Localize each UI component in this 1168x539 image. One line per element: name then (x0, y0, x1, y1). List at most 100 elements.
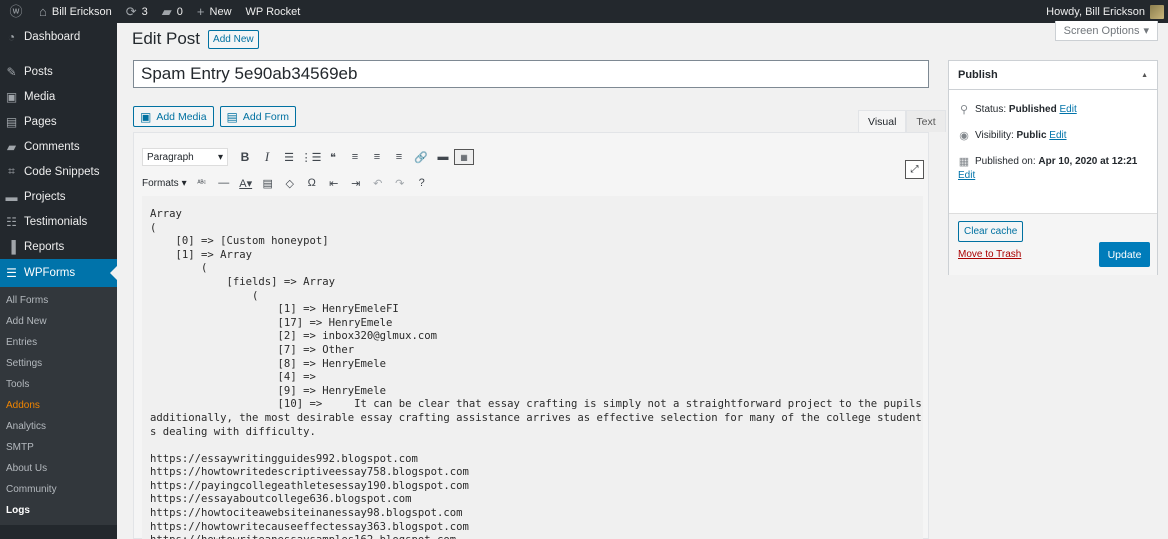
plus-icon: + (196, 4, 205, 19)
paste-text-icon[interactable]: ▤ (257, 173, 279, 193)
indent-icon[interactable]: ⇥ (345, 173, 367, 193)
submenu-entries[interactable]: Entries (0, 332, 117, 353)
sidebar-item-pages[interactable]: ▤ Pages (0, 109, 117, 134)
link-icon[interactable]: 🔗 (410, 147, 432, 167)
wpforms-submenu: All Forms Add New Entries Settings Tools… (0, 287, 117, 525)
bullet-list-icon[interactable]: ☰ (278, 147, 300, 167)
screen-options-button[interactable]: Screen Options ▾ (1054, 21, 1158, 41)
visibility-label: Visibility: (975, 130, 1014, 141)
status-value: Published (1008, 104, 1057, 115)
forms-icon: ☰ (6, 266, 17, 280)
align-left-icon[interactable]: ≡ (344, 147, 366, 167)
sidebar-item-code-snippets[interactable]: ⌗ Code Snippets (0, 159, 117, 184)
edit-date-link[interactable]: Edit (958, 170, 975, 181)
help-icon[interactable]: ? (411, 173, 433, 193)
site-name: Bill Erickson (51, 5, 112, 18)
align-right-icon[interactable]: ≡ (388, 147, 410, 167)
submenu-logs[interactable]: Logs (0, 500, 117, 521)
new-content-link[interactable]: + New (190, 0, 239, 23)
howdy-text: Howdy, Bill Erickson (1046, 5, 1145, 18)
my-account-link[interactable]: Howdy, Bill Erickson (1039, 0, 1168, 23)
submenu-analytics[interactable]: Analytics (0, 416, 117, 437)
align-center-icon[interactable]: ≡ (366, 147, 388, 167)
sidebar-item-comments[interactable]: ▰ Comments (0, 134, 117, 159)
sidebar-item-media[interactable]: ▣ Media (0, 84, 117, 109)
edit-status-link[interactable]: Edit (1060, 104, 1077, 115)
sidebar-item-testimonials[interactable]: ☷ Testimonials (0, 209, 117, 234)
pin-icon: ✎ (6, 64, 17, 79)
wp-rocket-label: WP Rocket (245, 5, 301, 18)
screen-options-label: Screen Options (1063, 24, 1140, 37)
admin-sidebar: ◔ Dashboard ✎ Posts ▣ Media ▤ Pages ▰ Co… (0, 23, 117, 539)
dashboard-icon: ◔ (7, 29, 16, 44)
numbered-list-icon[interactable]: ⋮☰ (300, 147, 322, 167)
wp-rocket-link[interactable]: WP Rocket (239, 0, 308, 23)
post-title-input[interactable]: Spam Entry 5e90ab34569eb (133, 60, 929, 88)
submenu-tools[interactable]: Tools (0, 374, 117, 395)
fullscreen-icon[interactable]: ⤢ (905, 160, 924, 179)
submenu-settings[interactable]: Settings (0, 353, 117, 374)
undo-icon[interactable]: ↶ (367, 173, 389, 193)
media-icon: ▣ (140, 109, 152, 124)
read-more-icon[interactable]: ▬ (432, 147, 454, 167)
publish-actions: Clear cache Move to Trash Update (949, 213, 1157, 275)
submenu-add-new[interactable]: Add New (0, 311, 117, 332)
publish-title: Publish (958, 69, 998, 81)
publish-box-header[interactable]: Publish ▲ (949, 61, 1157, 90)
comments-link[interactable]: ▰ 0 (155, 0, 190, 23)
formats-dropdown[interactable]: Formats ▾ (142, 178, 187, 189)
clear-cache-button[interactable]: Clear cache (958, 221, 1024, 242)
groups-icon: ☷ (6, 214, 17, 229)
publish-box: Publish ▲ ⚲ Status: Published Edit ◉ Vis… (948, 60, 1158, 275)
submenu-addons[interactable]: Addons (0, 395, 117, 416)
pages-icon: ▤ (5, 114, 18, 129)
update-button[interactable]: Update (1099, 242, 1150, 267)
add-form-label: Add Form (242, 110, 289, 123)
new-label: New (209, 5, 232, 18)
submenu-smtp[interactable]: SMTP (0, 437, 117, 458)
folder-icon: ▬ (5, 189, 18, 204)
home-icon: ⌂ (39, 4, 47, 19)
caret-down-icon: ▾ (1143, 25, 1149, 37)
site-name-link[interactable]: ⌂ Bill Erickson (32, 0, 119, 23)
blockquote-icon[interactable]: ❝ (322, 147, 344, 167)
clear-formatting-icon[interactable]: ◇ (279, 173, 301, 193)
submenu-about-us[interactable]: About Us (0, 458, 117, 479)
toolbar-toggle-icon[interactable]: ▦ (454, 149, 474, 165)
sidebar-item-wpforms[interactable]: ☰ WPForms (0, 259, 117, 287)
bold-button[interactable]: B (234, 147, 256, 167)
avatar (1150, 4, 1164, 19)
italic-button[interactable]: I (256, 147, 278, 167)
tab-visual[interactable]: Visual (858, 110, 907, 132)
formats-label: Formats (142, 177, 179, 189)
sidebar-item-reports[interactable]: ▐ Reports (0, 234, 117, 259)
tab-text[interactable]: Text (906, 110, 946, 132)
submenu-community[interactable]: Community (0, 479, 117, 500)
add-new-button[interactable]: Add New (208, 29, 259, 49)
redo-icon[interactable]: ↷ (389, 173, 411, 193)
paragraph-format-select[interactable]: Paragraph ▾ (142, 148, 228, 166)
wordpress-logo-icon[interactable]: ⓦ (0, 0, 32, 23)
special-character-icon[interactable]: Ω (301, 173, 323, 193)
outdent-icon[interactable]: ⇤ (323, 173, 345, 193)
sidebar-item-projects[interactable]: ▬ Projects (0, 184, 117, 209)
status-label: Status: (975, 104, 1007, 115)
horizontal-rule-icon[interactable]: — (213, 173, 235, 193)
add-form-button[interactable]: ▤ Add Form (219, 106, 296, 127)
add-media-button[interactable]: ▣ Add Media (133, 106, 214, 127)
updates-link[interactable]: ⟳ 3 (119, 0, 155, 23)
collapse-arrow-icon[interactable]: ▲ (1141, 72, 1148, 79)
strikethrough-icon[interactable]: ᴬᴮᶜ (191, 173, 213, 193)
editor-body[interactable]: Array ( [0] => [Custom honeypot] [1] => … (142, 196, 923, 539)
status-row: ⚲ Status: Published Edit (958, 103, 1150, 117)
paragraph-format-value: Paragraph (147, 151, 194, 163)
text-color-icon[interactable]: A▾ (235, 173, 257, 193)
editor-container: Paragraph ▾ B I ☰ ⋮☰ ❝ ≡ ≡ ≡ 🔗 ▬ ▦ Forma… (133, 132, 929, 539)
editor-toolbar-row-2: Formats ▾ ᴬᴮᶜ — A▾ ▤ ◇ Ω ⇤ ⇥ ↶ ↷ ? (134, 170, 928, 196)
edit-visibility-link[interactable]: Edit (1049, 130, 1066, 141)
sidebar-item-posts[interactable]: ✎ Posts (0, 59, 117, 84)
pin-icon: ⚲ (959, 104, 969, 116)
move-to-trash-link[interactable]: Move to Trash (958, 249, 1021, 260)
sidebar-item-dashboard[interactable]: ◔ Dashboard (0, 24, 117, 49)
submenu-all-forms[interactable]: All Forms (0, 290, 117, 311)
